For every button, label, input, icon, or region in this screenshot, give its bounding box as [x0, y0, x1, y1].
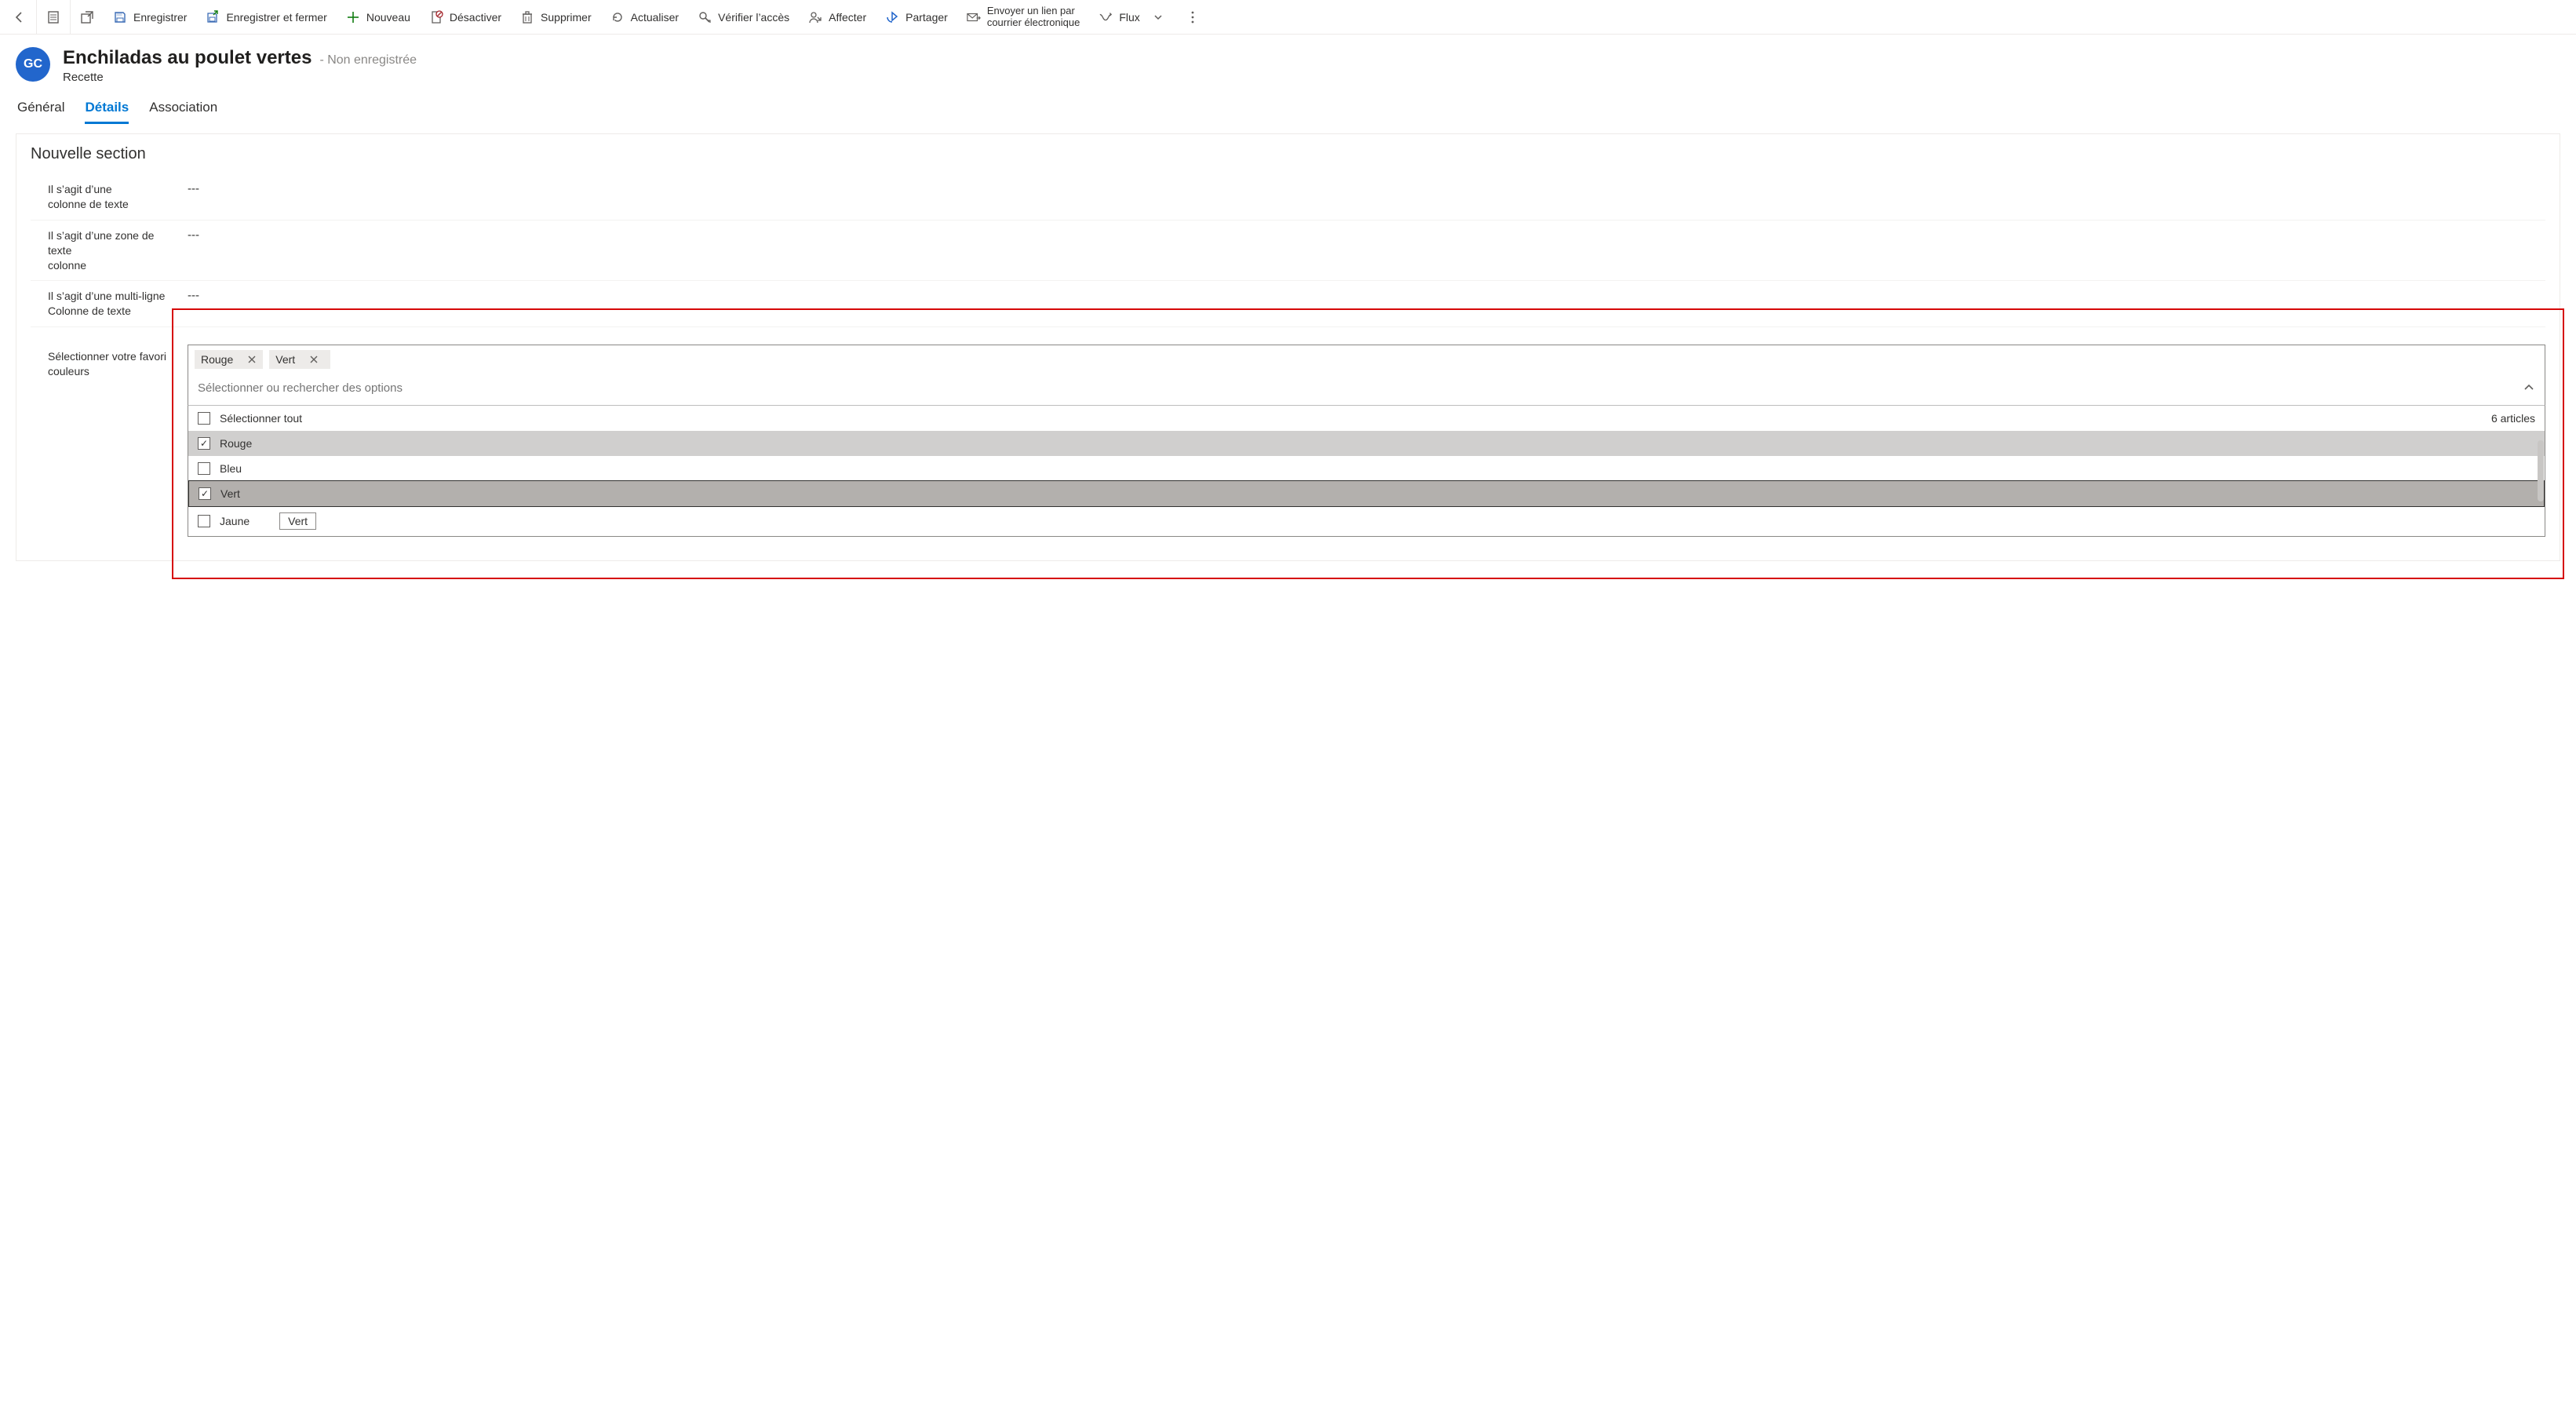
flow-icon: [1099, 10, 1113, 24]
check-access-button[interactable]: Vérifier l’accès: [688, 0, 799, 35]
option-label: Vert: [220, 487, 240, 500]
checkbox-icon[interactable]: [198, 412, 210, 425]
select-all-label: Sélectionner tout: [220, 412, 302, 425]
scrollbar[interactable]: [2538, 440, 2544, 501]
selected-chips: Rouge Vert: [195, 350, 2538, 369]
field-label: Sélectionner votre favori couleurs: [31, 345, 188, 379]
email-link-label: Envoyer un lien par courrier électroniqu…: [987, 5, 1080, 28]
form-panel: Nouvelle section Il s’agit d’une colonne…: [16, 133, 2560, 561]
save-button[interactable]: Enregistrer: [104, 0, 196, 35]
new-button[interactable]: Nouveau: [337, 0, 420, 35]
option-vert[interactable]: Vert: [188, 480, 2545, 507]
back-arrow-icon: [13, 10, 27, 24]
field-favorite-colors: Sélectionner votre favori couleurs Rouge…: [31, 327, 2545, 537]
tooltip: Vert: [279, 512, 316, 530]
check-access-label: Vérifier l’accès: [718, 11, 789, 24]
share-label: Partager: [905, 11, 948, 24]
item-count: 6 articles: [2491, 412, 2535, 425]
field-label: Il s’agit d’une colonne de texte: [31, 182, 188, 212]
email-link-button[interactable]: Envoyer un lien par courrier électroniqu…: [957, 0, 1090, 35]
refresh-button[interactable]: Actualiser: [601, 0, 688, 35]
checkbox-icon[interactable]: [198, 515, 210, 527]
new-label: Nouveau: [366, 11, 410, 24]
flow-button[interactable]: Flux: [1089, 0, 1174, 35]
check-access-icon: [698, 10, 712, 24]
delete-button[interactable]: Supprimer: [511, 0, 601, 35]
assign-label: Affecter: [829, 11, 866, 24]
chevron-down-icon: [1151, 10, 1165, 24]
popup-icon: [80, 10, 94, 24]
multiselect-search-input[interactable]: [195, 380, 2520, 396]
tab-general[interactable]: Général: [17, 100, 64, 124]
chip-label: Rouge: [201, 353, 233, 366]
popup-button[interactable]: [71, 0, 104, 35]
field-value[interactable]: ---: [188, 289, 199, 302]
trash-icon: [520, 10, 534, 24]
option-label: Bleu: [220, 462, 242, 475]
back-button[interactable]: [3, 0, 37, 35]
page-title: Enchiladas au poulet vertes: [63, 47, 312, 69]
entity-name: Recette: [63, 71, 417, 84]
form-tabs: Général Détails Association: [0, 90, 2576, 124]
chevron-up-icon[interactable]: [2520, 378, 2538, 397]
field-label: Il s’agit d’une multi-ligne Colonne de t…: [31, 289, 188, 319]
field-multiline-column: Il s’agit d’une multi-ligne Colonne de t…: [31, 281, 2545, 327]
flow-label: Flux: [1119, 11, 1139, 24]
chip-label: Vert: [275, 353, 295, 366]
delete-label: Supprimer: [541, 11, 592, 24]
refresh-icon: [610, 10, 625, 24]
deactivate-label: Désactiver: [450, 11, 501, 24]
option-bleu[interactable]: Bleu: [188, 456, 2545, 481]
checkbox-icon[interactable]: [198, 462, 210, 475]
field-value[interactable]: ---: [188, 228, 199, 242]
chip-remove-icon[interactable]: [309, 355, 319, 364]
overflow-menu-button[interactable]: [1175, 0, 1211, 35]
chip-remove-icon[interactable]: [247, 355, 257, 364]
multiselect-input-area[interactable]: Rouge Vert: [188, 345, 2545, 406]
more-vertical-icon: [1186, 10, 1200, 24]
plus-icon: [346, 10, 360, 24]
title-block: Enchiladas au poulet vertes - Non enregi…: [63, 47, 417, 84]
share-button[interactable]: Partager: [876, 0, 957, 35]
save-close-label: Enregistrer et fermer: [226, 11, 326, 24]
deactivate-icon: [429, 10, 443, 24]
save-icon: [113, 10, 127, 24]
tab-details[interactable]: Détails: [85, 100, 129, 124]
select-all-row[interactable]: Sélectionner tout 6 articles: [188, 406, 2545, 431]
option-label: Rouge: [220, 437, 252, 450]
assign-icon: [808, 10, 822, 24]
deactivate-button[interactable]: Désactiver: [420, 0, 511, 35]
assign-button[interactable]: Affecter: [799, 0, 876, 35]
save-close-icon: [206, 10, 220, 24]
avatar: GC: [16, 47, 50, 82]
status-text: - Non enregistrée: [319, 53, 417, 67]
record-header: GC Enchiladas au poulet vertes - Non enr…: [0, 35, 2576, 90]
multiselect-control: Rouge Vert: [188, 345, 2545, 537]
option-label: Jaune: [220, 515, 250, 527]
field-label: Il s’agit d’une zone de texte colonne: [31, 228, 188, 273]
multiselect-dropdown: Sélectionner tout 6 articles Rouge Bleu …: [188, 406, 2545, 537]
share-icon: [885, 10, 899, 24]
list-icon: [46, 10, 60, 24]
chip-vert: Vert: [269, 350, 330, 369]
command-bar: Enregistrer Enregistrer et fermer Nouvea…: [0, 0, 2576, 35]
save-label: Enregistrer: [133, 11, 187, 24]
field-text-column: Il s’agit d’une colonne de texte ---: [31, 174, 2545, 221]
field-value[interactable]: ---: [188, 182, 199, 195]
checkbox-icon[interactable]: [198, 437, 210, 450]
save-close-button[interactable]: Enregistrer et fermer: [196, 0, 336, 35]
tab-association[interactable]: Association: [149, 100, 217, 124]
record-list-button[interactable]: [37, 0, 71, 35]
field-textarea-column: Il s’agit d’une zone de texte colonne --…: [31, 221, 2545, 282]
option-jaune[interactable]: Jaune Vert: [188, 506, 2545, 536]
email-icon: [967, 10, 981, 24]
section-title: Nouvelle section: [31, 145, 2545, 163]
refresh-label: Actualiser: [631, 11, 679, 24]
checkbox-icon[interactable]: [199, 487, 211, 500]
option-rouge[interactable]: Rouge: [188, 431, 2545, 456]
chip-rouge: Rouge: [195, 350, 263, 369]
